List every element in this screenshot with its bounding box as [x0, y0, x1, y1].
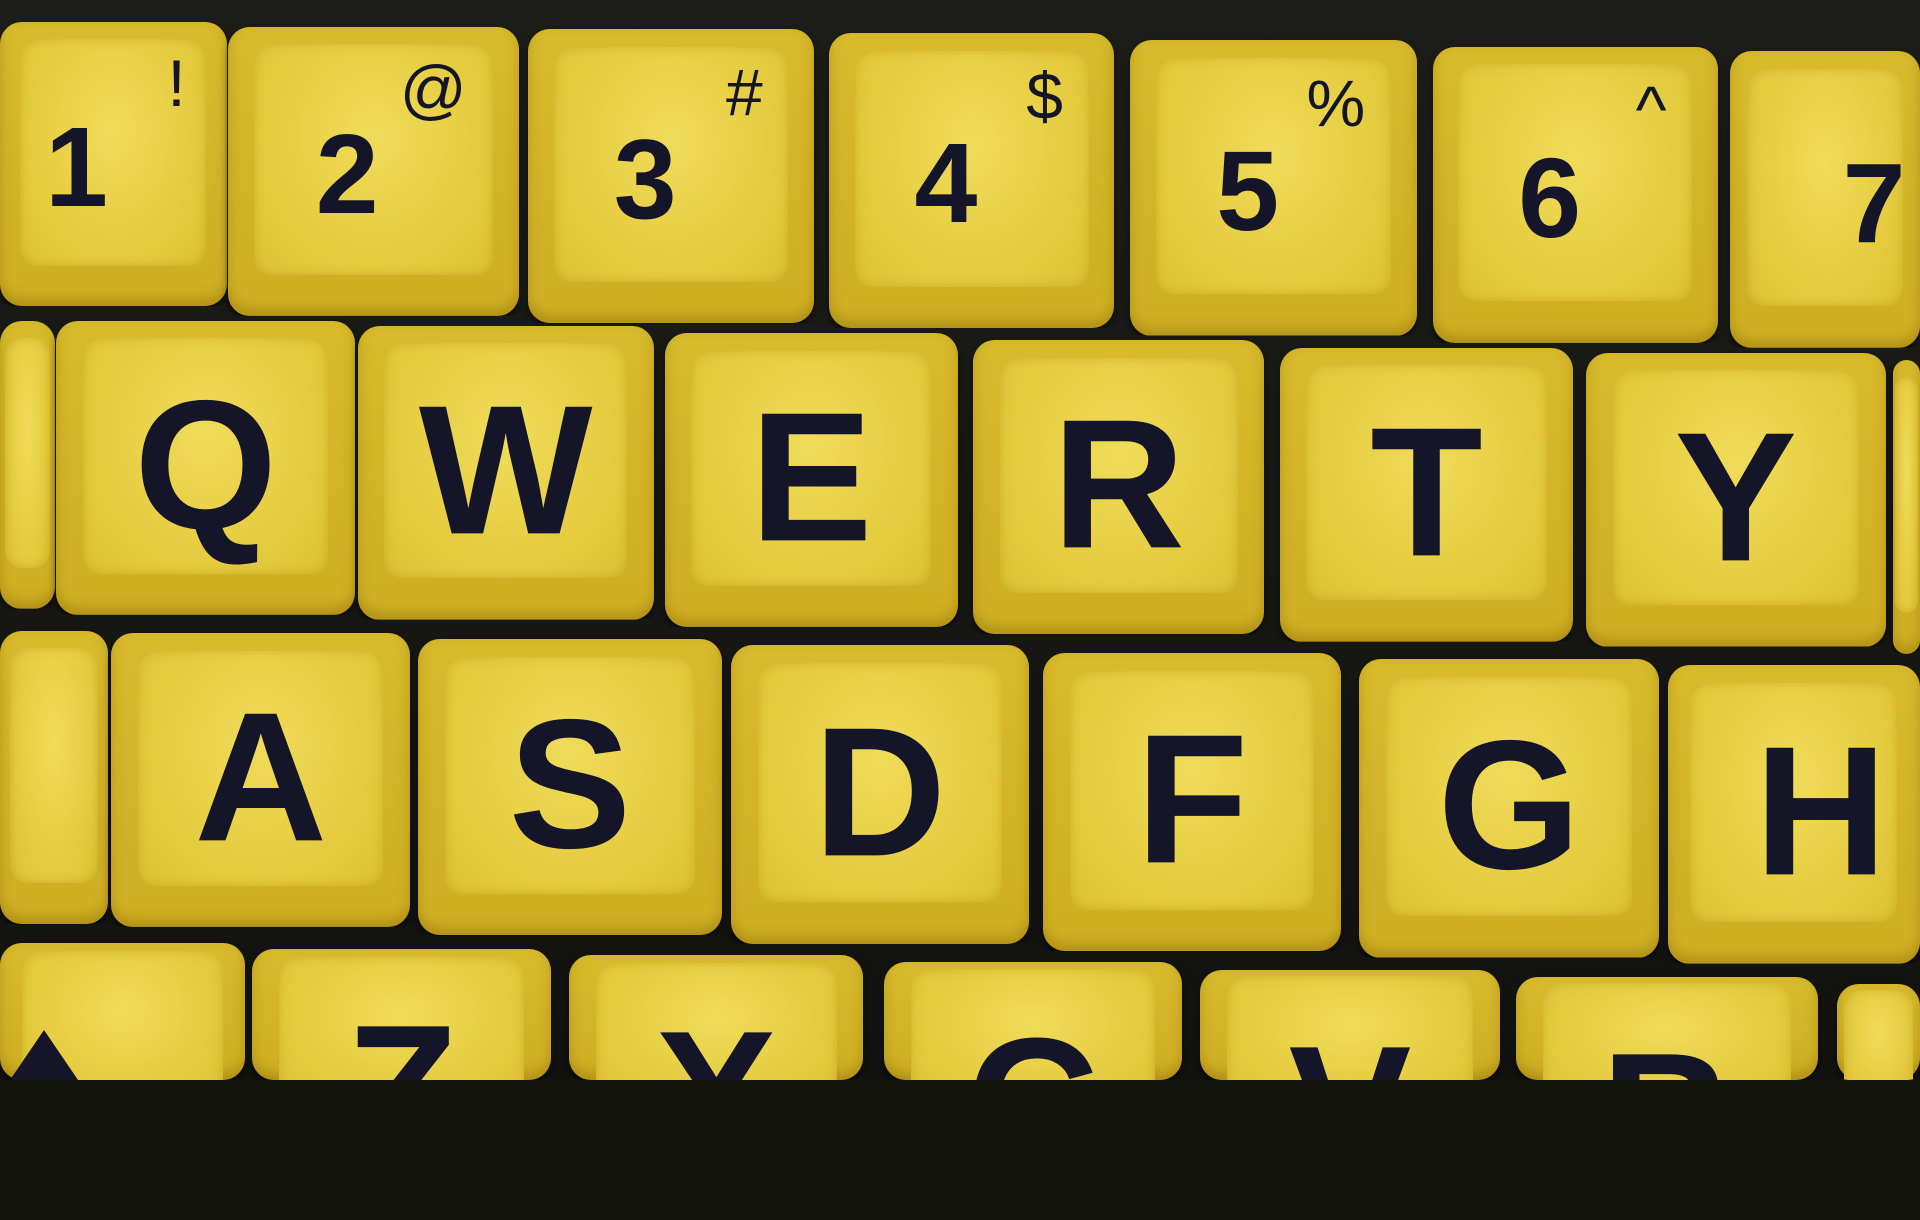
- key-legend: B: [1600, 1014, 1734, 1220]
- key-legend: Z: [345, 985, 458, 1192]
- key-shift-legend: #: [725, 54, 763, 129]
- key-shift-legend: ^: [1635, 72, 1667, 147]
- key-b: B: [1515, 977, 1819, 1080]
- shift-arrow-icon: [10, 1029, 78, 1080]
- key-7: 7: [1730, 51, 1920, 348]
- keyboard-photo: 1! 2 @ 3 # 4 $ 5% 6 ^ 7 Q W E R T Y A S D F …: [0, 0, 1920, 1080]
- key-shift-partial: [0, 942, 245, 1080]
- key-h: H: [1667, 664, 1920, 964]
- key-legend: R: [1052, 380, 1186, 587]
- key-a: A: [111, 633, 411, 927]
- key-shift-legend: $: [1026, 58, 1063, 133]
- key-caps-partial: [0, 630, 108, 925]
- key-g: G: [1359, 658, 1660, 958]
- key-legend: 7: [1842, 139, 1906, 266]
- key-legend: D: [813, 687, 947, 894]
- key-1: 1!: [0, 22, 227, 307]
- key-w: W: [357, 325, 654, 620]
- key-4: 4 $: [828, 33, 1115, 329]
- key-legend: 3: [613, 116, 677, 243]
- key-c: C: [884, 962, 1182, 1080]
- key-legend: G: [1437, 701, 1581, 908]
- key-legend: 2: [315, 111, 379, 238]
- key-legend: F: [1135, 695, 1249, 902]
- key-legend: 6: [1518, 134, 1582, 261]
- key-y: Y: [1585, 352, 1886, 647]
- key-shift-legend: %: [1306, 65, 1366, 140]
- key-legend: S: [508, 680, 632, 887]
- key-n-partial: [1836, 984, 1920, 1080]
- key-t: T: [1279, 347, 1574, 642]
- key-e: E: [664, 333, 958, 627]
- key-u-partial: [1893, 360, 1920, 654]
- key-r: R: [973, 340, 1264, 635]
- key-z: Z: [252, 948, 551, 1080]
- key-v: V: [1200, 969, 1500, 1080]
- key-legend: C: [966, 999, 1100, 1206]
- key-legend: X: [654, 992, 778, 1199]
- key-shift-legend: !: [167, 46, 186, 121]
- key-legend: A: [194, 673, 328, 880]
- key-legend: H: [1754, 707, 1888, 914]
- key-3: 3 #: [527, 29, 815, 324]
- key-legend: W: [418, 365, 593, 572]
- key-f: F: [1043, 652, 1341, 952]
- key-legend: V: [1288, 1006, 1412, 1213]
- key-legend: T: [1370, 388, 1483, 595]
- key-d: D: [731, 645, 1029, 945]
- key-5: 5%: [1130, 40, 1417, 336]
- key-shift-legend: @: [399, 51, 467, 126]
- key-legend: 1: [45, 103, 108, 230]
- key-2: 2 @: [227, 26, 520, 316]
- key-legend: Q: [134, 361, 278, 568]
- key-legend: 4: [914, 120, 978, 247]
- key-x: X: [569, 955, 864, 1080]
- key-tab-partial: [0, 320, 56, 609]
- key-legend: E: [749, 373, 873, 580]
- key-q: Q: [56, 320, 356, 615]
- key-legend: Y: [1674, 392, 1798, 599]
- key-s: S: [417, 639, 723, 936]
- key-legend: 5: [1216, 128, 1280, 255]
- key-6: 6 ^: [1432, 46, 1718, 343]
